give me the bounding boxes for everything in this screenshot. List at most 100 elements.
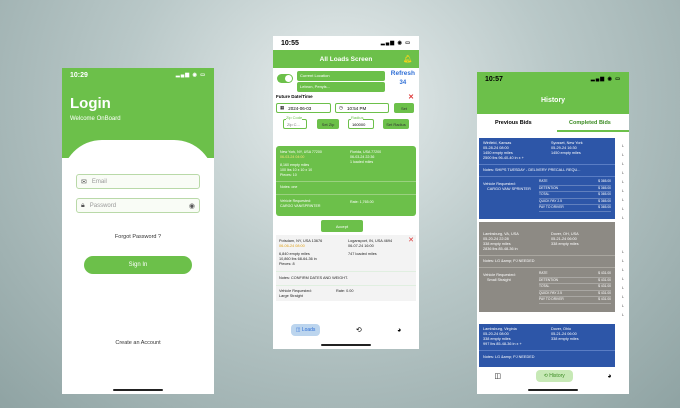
rate-label: TOTAL	[539, 284, 550, 288]
origin: New York, NY, USA 77200	[280, 150, 322, 154]
profile-icon[interactable]: ◕	[607, 373, 611, 380]
rate-table: RATE $ 365.00 DETENTION $ 365.00 TOTAL $ 365.…	[539, 179, 611, 212]
radius-value: 160000	[352, 121, 366, 127]
divider	[479, 164, 615, 165]
destination-empty: 1450 empty miles	[551, 151, 581, 155]
current-location-label: Current Location	[297, 71, 385, 81]
load-card[interactable]: New York, NY, USA 77200 06-03-24 04:00 F…	[276, 146, 416, 216]
zip-input[interactable]: Zip C...	[283, 119, 307, 129]
rate: Rate: 1,765.00	[350, 200, 374, 204]
datetime-row: ▦ 2024-06-03 ◷ 10:54 PM Set	[273, 102, 419, 116]
history-card[interactable]: Lambsburg, VA, USA 05-20-24 22:28 338 em…	[479, 222, 615, 312]
bell-icon[interactable]: 🔔︎	[403, 55, 412, 63]
tab-previous-bids[interactable]: Previous Bids	[495, 120, 532, 126]
set-button[interactable]: Set	[394, 103, 414, 113]
rate-label: DETENTION	[539, 185, 559, 190]
signin-button[interactable]: Sign In	[84, 256, 192, 274]
accept-button[interactable]: Accept	[321, 220, 363, 232]
destination: Logansport, IN, USA 4694	[348, 239, 393, 243]
calendar-icon: ▦	[280, 105, 285, 110]
origin-date: 06-03-24 04:00	[280, 155, 305, 159]
nav-loads[interactable]: ◫ Loads	[290, 324, 321, 336]
profile-icon[interactable]: ◕	[397, 327, 401, 334]
origin-date: 06-06-24 08:00	[279, 244, 305, 248]
origin-empty: 338 empty miles	[483, 337, 511, 341]
status-time: 10:55	[281, 39, 299, 47]
rate-value: $ 431.00	[598, 297, 611, 301]
loaded-miles: 747 loaded miles	[348, 252, 377, 256]
forgot-password-link[interactable]: Forgot Password ?	[62, 234, 214, 240]
future-datetime-label: Future Date/Time ✕	[273, 94, 419, 102]
set-radius-button[interactable]: Set Radius	[383, 119, 409, 129]
origin-date: 05-28-24 08:00	[483, 146, 509, 150]
time-input[interactable]: ◷ 10:54 PM	[335, 103, 389, 113]
loads-screen: 10:55 ▂▄▆ ◉ ▭ All Loads Screen 🔔︎ Curren…	[273, 36, 419, 349]
origin: Potsdam, NY, USA 13676	[279, 239, 323, 243]
set-zip-button[interactable]: Set Zip	[317, 119, 339, 129]
login-screen: 10:29 ▂▄▆ ◉ ▭ Login Welcome OnBoard ✉ Em…	[62, 68, 214, 394]
status-bar: 10:55 ▂▄▆ ◉ ▭	[273, 36, 419, 50]
future-label-text: Future Date/Time	[276, 94, 313, 99]
destination: Florida, USA 77200	[350, 150, 382, 154]
email-field[interactable]: ✉ Email	[76, 174, 200, 189]
location-row: Current Location Lebron, Penyls... Refre…	[273, 68, 419, 94]
destination-date: 06-07-24 16:00	[348, 244, 374, 248]
date-input[interactable]: ▦ 2024-06-03	[276, 103, 331, 113]
history-card[interactable]: Winfield, Kansas 05-28-24 08:00 1450 emp…	[479, 138, 615, 219]
clock-icon: ◷	[339, 105, 343, 110]
destination-date: 05-21-24 06:00	[551, 332, 577, 336]
vehicle: CARGO VAN/ SPRINTER	[487, 187, 531, 191]
weight: 10,860 lbs 68-64-36 in	[279, 257, 317, 261]
rate-value: $ 365.00	[598, 198, 611, 203]
history-screen: 10:57 ▂▄▆ ◉ ▭ History Previous Bids Comp…	[477, 72, 629, 394]
history-icon[interactable]: ⟲	[356, 326, 362, 334]
weight: 100 lbs 10 x 10 x 10	[280, 168, 313, 172]
weight: 997 lbs 85-48-36 in x +	[483, 342, 522, 346]
password-field[interactable]: 🔒︎ Password ◉	[76, 198, 200, 213]
tab-completed-bids[interactable]: Completed Bids	[569, 120, 611, 126]
rate: Rate: 0.00	[336, 289, 354, 293]
scrollbar-track[interactable]: LLLLLLLL	[619, 248, 627, 320]
vehicle-label: Vehicle Requested:	[280, 199, 311, 203]
divider	[479, 255, 615, 256]
rate-label: QUICK PAY 2.5	[539, 198, 562, 203]
page-subtitle: Welcome OnBoard	[70, 116, 121, 122]
zip-radius-row: Zip C... Zip Code Set Zip 160000 Radius …	[273, 115, 419, 132]
loaded-miles: 1 loaded miles	[350, 160, 374, 164]
nav-history[interactable]: ⟲ History	[535, 370, 573, 382]
pieces: Pieces: 8	[279, 262, 295, 266]
divider	[276, 271, 416, 272]
load-card[interactable]: Potsdam, NY, USA 13676 06-06-24 08:00 6,…	[276, 235, 416, 301]
refresh-label: Refresh	[390, 70, 415, 77]
origin-empty: 338 empty miles	[483, 242, 511, 246]
close-icon[interactable]: ✕	[408, 93, 414, 101]
origin: Lambsburg, Virginia	[483, 327, 517, 331]
empty-miles: 8,160 empty miles	[280, 163, 310, 167]
rate-table: RATE $ 431.00 DETENTION $ 431.00 TOTAL $ 431.…	[539, 271, 611, 304]
origin: Lambsburg, VA, USA	[483, 232, 519, 236]
radius-input[interactable]: 160000	[348, 119, 374, 129]
create-account-link[interactable]: Create an Account	[62, 340, 214, 346]
location-toggle[interactable]	[277, 74, 293, 83]
notes: Notes: LG &amp; PJ NEEDED	[483, 355, 535, 359]
rate-label: DETENTION	[539, 277, 559, 282]
origin-empty: 1450 empty miles	[483, 151, 513, 155]
refresh-button[interactable]: Refresh 34	[391, 70, 415, 86]
close-icon[interactable]: ✕	[408, 236, 414, 244]
destination: Syosset, New York	[551, 141, 583, 145]
loads-topbar: All Loads Screen 🔔︎	[273, 50, 419, 68]
page-title: All Loads Screen	[319, 55, 373, 63]
box-icon[interactable]: ◫	[494, 372, 501, 380]
current-location-value[interactable]: Lebron, Penyls...	[297, 82, 385, 92]
nav-loads-label: Loads	[301, 327, 316, 333]
scrollbar-track[interactable]: LLLLLLLLL	[619, 142, 627, 223]
history-card[interactable]: Lambsburg, Virginia 05-20-24 08:00 338 e…	[479, 324, 615, 367]
status-bar: 10:29 ▂▄▆ ◉ ▭	[62, 68, 214, 82]
signal-battery-icon: ▂▄▆ ◉ ▭	[175, 72, 206, 78]
origin: Winfield, Kansas	[483, 141, 512, 145]
rate-value: $ 431.00	[598, 290, 611, 295]
rate-label: RATE	[539, 179, 548, 183]
eye-icon[interactable]: ◉	[189, 202, 195, 210]
email-placeholder: Email	[91, 178, 107, 185]
radius-label: Radius	[351, 115, 364, 120]
